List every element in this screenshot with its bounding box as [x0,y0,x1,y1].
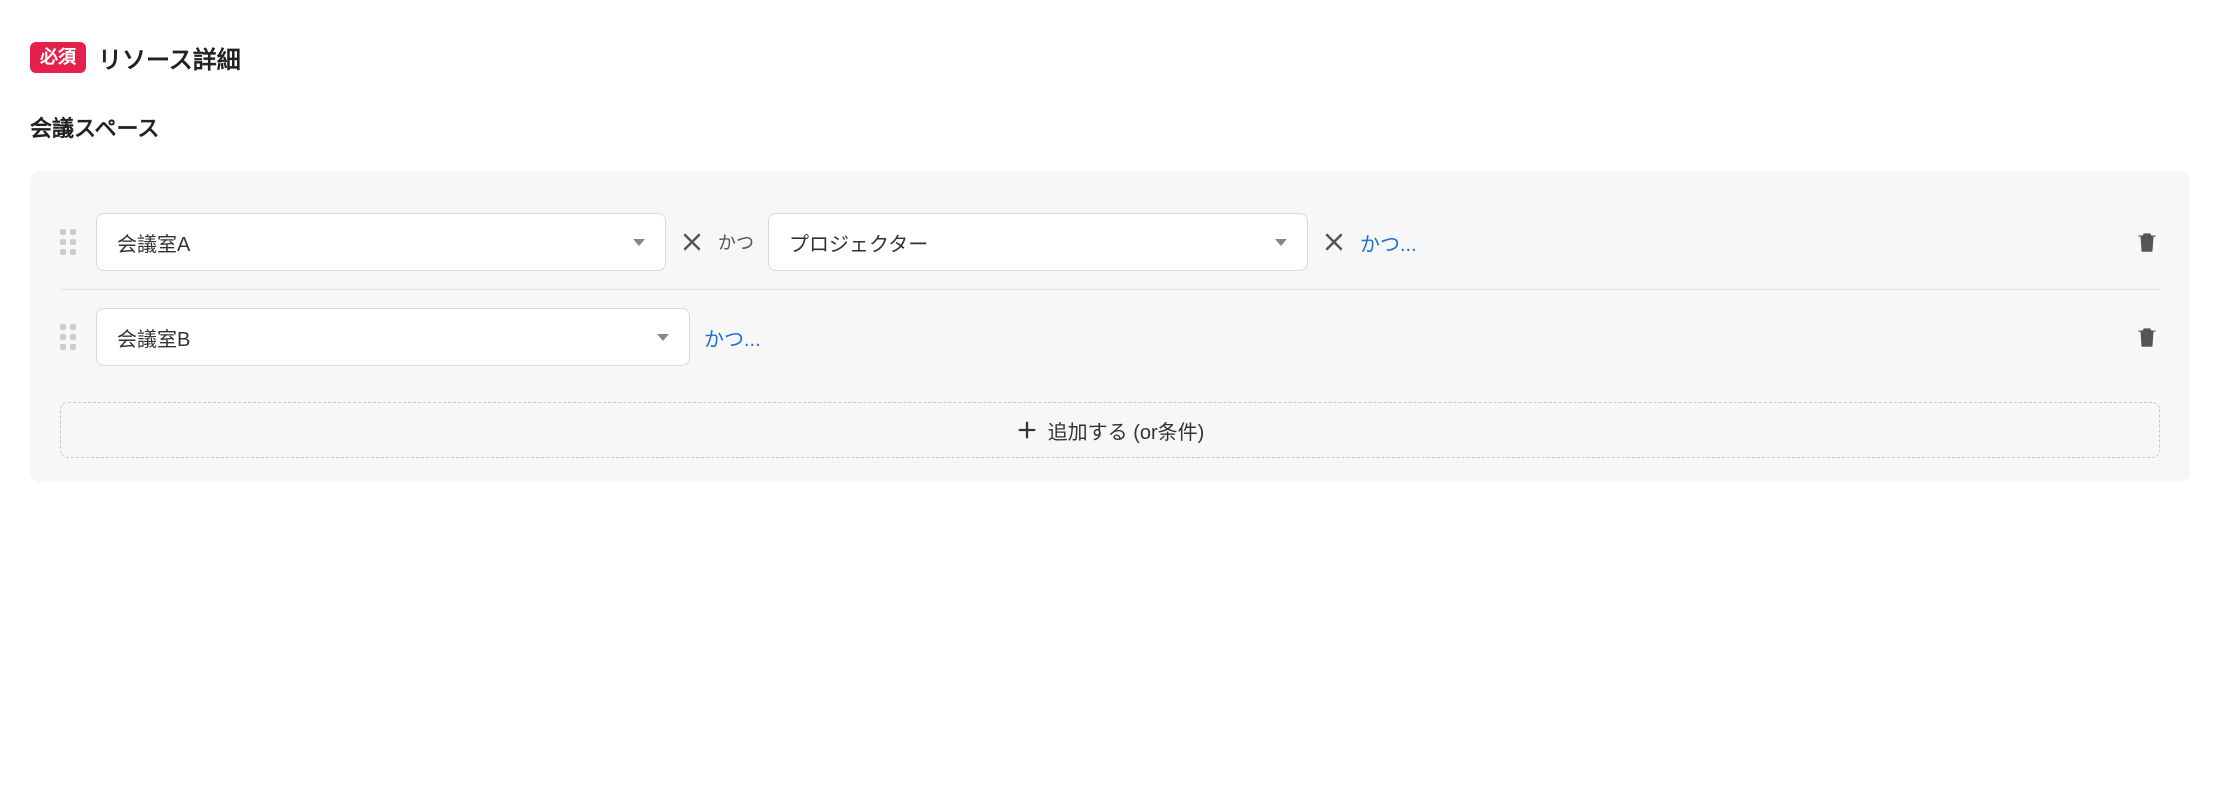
plus-icon [1016,419,1038,441]
drag-handle-icon[interactable] [60,227,82,257]
select-value: 会議室A [117,228,190,257]
section-title: リソース詳細 [98,40,241,75]
resource-select[interactable]: 会議室A [96,213,666,271]
remove-condition-icon[interactable] [1322,230,1346,254]
add-button-label: 追加する (or条件) [1048,416,1205,445]
conditions-panel: 会議室A かつ プロジェクター かつ... 会議室B かつ... [30,171,2190,482]
required-badge: 必須 [30,42,86,73]
resource-type-label: 会議スペース [30,111,2190,143]
condition-row: 会議室B かつ... [60,289,2160,384]
resource-select[interactable]: プロジェクター [768,213,1308,271]
chevron-down-icon [1275,239,1287,246]
chevron-down-icon [657,334,669,341]
delete-row-icon[interactable] [2134,323,2160,351]
drag-handle-icon[interactable] [60,322,82,352]
conjunction-label: かつ [718,229,754,255]
resource-select[interactable]: 会議室B [96,308,690,366]
remove-condition-icon[interactable] [680,230,704,254]
chevron-down-icon [633,239,645,246]
select-value: 会議室B [117,323,190,352]
add-or-condition-button[interactable]: 追加する (or条件) [60,402,2160,458]
section-header: 必須 リソース詳細 [30,40,2190,75]
select-value: プロジェクター [789,228,928,257]
condition-row: 会議室A かつ プロジェクター かつ... [60,195,2160,289]
delete-row-icon[interactable] [2134,228,2160,256]
add-and-condition-link[interactable]: かつ... [1360,228,1417,257]
add-and-condition-link[interactable]: かつ... [704,323,761,352]
